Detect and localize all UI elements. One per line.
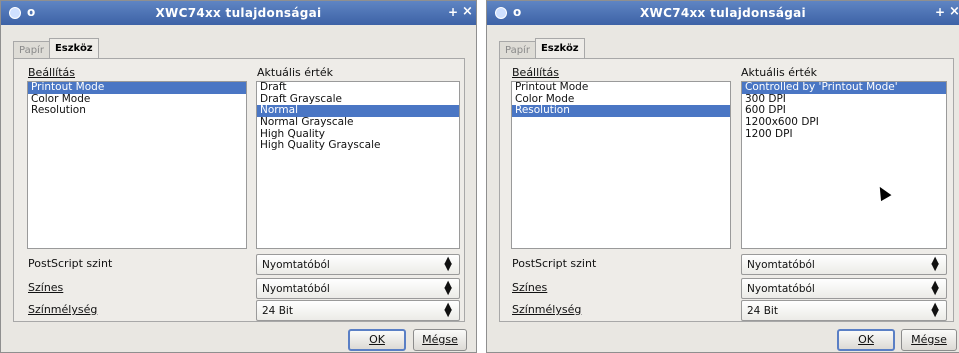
ok-button[interactable]: OK <box>837 329 895 351</box>
close-icon[interactable]: × <box>949 4 959 19</box>
ok-button[interactable]: OK <box>348 329 406 351</box>
device-panel: Beállítás Aktuális érték Printout Mode C… <box>499 58 954 322</box>
tab-device[interactable]: Eszköz <box>48 38 99 58</box>
postscript-label: PostScript szint <box>512 257 597 270</box>
depth-value: 24 Bit <box>262 305 293 317</box>
title-bar[interactable]: o XWC74xx tulajdonságai + × <box>487 1 959 25</box>
postscript-value: Nyomtatóból <box>262 259 330 271</box>
updown-arrows-icon: ▲ ▼ <box>444 279 452 297</box>
color-select[interactable]: Nyomtatóból ▲ ▼ <box>741 278 947 299</box>
depth-label: Színmélység <box>28 303 98 316</box>
setting-column-label: Beállítás <box>512 66 560 79</box>
postscript-value: Nyomtatóból <box>747 259 815 271</box>
cancel-button[interactable]: Mégse <box>413 329 467 351</box>
updown-arrows-icon: ▲ ▼ <box>931 255 939 273</box>
updown-arrows-icon: ▲ ▼ <box>931 301 939 319</box>
postscript-select[interactable]: Nyomtatóból ▲ ▼ <box>256 254 460 275</box>
depth-label: Színmélység <box>512 303 582 316</box>
title-bar[interactable]: o XWC74xx tulajdonságai + × <box>1 1 476 25</box>
value-item[interactable]: Controlled by 'Printout Mode' <box>742 81 946 94</box>
device-panel: Beállítás Aktuális érték Printout Mode C… <box>13 58 465 322</box>
close-icon[interactable]: × <box>462 4 473 19</box>
properties-dialog-left: o XWC74xx tulajdonságai + × Papír Eszköz… <box>0 0 477 353</box>
value-column-label: Aktuális érték <box>741 66 818 79</box>
color-label: Színes <box>512 281 548 294</box>
tab-device[interactable]: Eszköz <box>534 38 585 58</box>
keep-above-icon[interactable]: + <box>935 5 945 19</box>
values-list[interactable]: Draft Draft Grayscale Normal Normal Gray… <box>256 81 460 249</box>
updown-arrows-icon: ▲ ▼ <box>444 301 452 319</box>
value-item[interactable]: Normal Grayscale <box>257 116 459 129</box>
setting-item[interactable]: Printout Mode <box>512 81 730 94</box>
tab-paper[interactable]: Papír <box>499 41 536 58</box>
cancel-button[interactable]: Mégse <box>901 329 957 351</box>
properties-dialog-right: o XWC74xx tulajdonságai + × Papír Eszköz… <box>486 0 959 353</box>
settings-list[interactable]: Printout Mode Color Mode Resolution <box>511 81 731 249</box>
color-select[interactable]: Nyomtatóból ▲ ▼ <box>256 278 460 299</box>
value-column-label: Aktuális érték <box>257 66 334 79</box>
updown-arrows-icon: ▲ ▼ <box>931 279 939 297</box>
values-list[interactable]: Controlled by 'Printout Mode' 300 DPI 60… <box>741 81 947 249</box>
value-item[interactable]: 1200x600 DPI <box>742 116 946 129</box>
mouse-pointer-icon <box>874 183 892 202</box>
cancel-label: Mégse <box>911 333 947 346</box>
postscript-select[interactable]: Nyomtatóból ▲ ▼ <box>741 254 947 275</box>
updown-arrows-icon: ▲ ▼ <box>444 255 452 273</box>
depth-select[interactable]: 24 Bit ▲ ▼ <box>741 300 947 321</box>
ok-label: OK <box>858 333 874 346</box>
keep-above-icon[interactable]: + <box>448 5 458 19</box>
value-item[interactable]: Draft <box>257 81 459 94</box>
postscript-label: PostScript szint <box>28 257 113 270</box>
tab-paper[interactable]: Papír <box>13 41 50 58</box>
setting-item[interactable]: Resolution <box>28 105 246 117</box>
setting-item[interactable]: Printout Mode <box>28 81 246 94</box>
value-item[interactable]: 1200 DPI <box>742 128 946 141</box>
settings-list[interactable]: Printout Mode Color Mode Resolution <box>27 81 247 249</box>
color-label: Színes <box>28 281 64 294</box>
color-value: Nyomtatóból <box>262 283 330 295</box>
window-title: XWC74xx tulajdonságai <box>640 6 806 20</box>
window-title: XWC74xx tulajdonságai <box>155 6 322 20</box>
ok-label: OK <box>369 333 385 346</box>
color-value: Nyomtatóból <box>747 283 815 295</box>
cancel-label: Mégse <box>422 333 458 346</box>
value-item[interactable]: High Quality Grayscale <box>257 140 459 152</box>
depth-value: 24 Bit <box>747 305 778 317</box>
depth-select[interactable]: 24 Bit ▲ ▼ <box>256 300 460 321</box>
setting-item[interactable]: Resolution <box>512 105 730 118</box>
setting-column-label: Beállítás <box>28 66 76 79</box>
